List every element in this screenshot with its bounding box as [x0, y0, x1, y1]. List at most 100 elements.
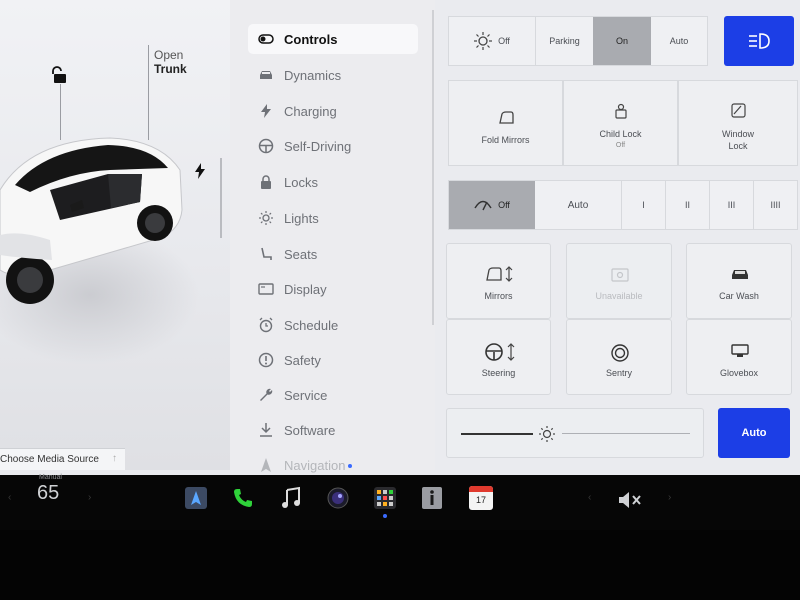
wiper-speed-1[interactable]: I — [621, 181, 665, 229]
phone-app-icon[interactable] — [231, 486, 255, 510]
menu-item-locks[interactable]: Locks — [248, 167, 418, 197]
cabin-temperature[interactable]: 65 — [37, 482, 59, 505]
menu-item-lights[interactable]: Lights — [248, 203, 418, 233]
brightness-track-empty[interactable] — [562, 433, 690, 434]
high-beam-button[interactable] — [724, 16, 794, 66]
wiper-speed-3-label: III — [727, 200, 736, 210]
menu-scrollbar[interactable] — [432, 10, 434, 325]
brightness-slider-panel — [446, 408, 704, 458]
menu-item-label: Navigation — [284, 457, 346, 473]
menu-item-self-driving[interactable]: Self-Driving — [248, 131, 418, 161]
fold-mirrors-button[interactable]: Fold Mirrors — [448, 80, 563, 166]
navigation-app-icon[interactable] — [184, 486, 208, 510]
menu-item-label: Display — [284, 281, 327, 297]
trunk-indicator-line — [148, 45, 149, 140]
menu-item-display[interactable]: Display — [248, 274, 418, 304]
menu-item-software[interactable]: Software — [248, 415, 418, 445]
menu-item-label: Service — [284, 387, 328, 403]
bolt-icon — [261, 104, 271, 118]
unlock-icon[interactable] — [52, 66, 68, 84]
menu-item-label: Software — [284, 422, 336, 438]
glovebox-button[interactable]: Glovebox — [686, 319, 792, 395]
window-lock-label-line1: Window — [721, 129, 754, 139]
wiper-speed-4[interactable]: IIII — [753, 181, 797, 229]
lights-option-off[interactable]: Off — [449, 17, 535, 65]
menu-item-label: Charging — [284, 103, 337, 119]
chevron-up-icon: ↑ — [112, 453, 117, 464]
menu-item-label: Safety — [284, 352, 321, 368]
wiper-segmented-control: Off Auto I II III IIII — [448, 180, 798, 230]
screen-bezel — [0, 530, 800, 600]
mirror-adjust-icon — [486, 266, 513, 282]
sentry-button[interactable]: Sentry — [566, 319, 672, 395]
child-lock-button[interactable]: Child Lock Off — [563, 80, 678, 166]
glovebox-label: Glovebox — [719, 368, 759, 378]
child-lock-label: Child Lock — [599, 129, 642, 139]
calendar-day: 17 — [475, 495, 486, 505]
lock-icon — [261, 175, 271, 189]
menu-item-label: Dynamics — [284, 67, 342, 83]
temp-increase-arrow[interactable]: › — [88, 492, 91, 503]
wiper-option-auto[interactable]: Auto — [535, 181, 621, 229]
volume-decrease-arrow[interactable]: ‹ — [588, 492, 591, 503]
camera-app-icon[interactable] — [326, 486, 350, 510]
lights-option-auto[interactable]: Auto — [651, 17, 707, 65]
menu-item-seats[interactable]: Seats — [248, 239, 418, 269]
menu-item-controls[interactable]: Controls — [248, 24, 418, 54]
volume-mute-icon[interactable] — [617, 490, 643, 510]
app-launcher-icon[interactable] — [373, 486, 397, 510]
sun-icon — [259, 211, 273, 225]
wiper-speed-2-label: II — [684, 200, 690, 210]
lights-parking-label: Parking — [549, 36, 580, 46]
menu-item-dynamics[interactable]: Dynamics — [248, 60, 418, 90]
menu-item-charging[interactable]: Charging — [248, 96, 418, 126]
wiper-speed-2[interactable]: II — [665, 181, 709, 229]
open-trunk-button-label[interactable]: Trunk — [154, 62, 187, 76]
steering-wheel-icon — [258, 138, 274, 154]
wiper-speed-3[interactable]: III — [709, 181, 753, 229]
lights-auto-label: Auto — [669, 36, 689, 46]
brightness-track-filled[interactable] — [461, 433, 533, 435]
menu-item-label: Locks — [284, 174, 318, 190]
window-lock-label-line2: Lock — [728, 141, 748, 151]
menu-item-schedule[interactable]: Schedule — [248, 310, 418, 340]
wrench-icon — [260, 388, 273, 401]
choose-media-source-button[interactable]: Choose Media Source ↑ — [0, 448, 125, 470]
wiper-speed-1-label: I — [642, 200, 645, 210]
sentry-label: Sentry — [605, 368, 632, 378]
lights-option-on[interactable]: On — [593, 17, 651, 65]
steering-adjust-icon — [485, 343, 515, 361]
temp-decrease-arrow[interactable]: ‹ — [8, 492, 11, 503]
music-app-icon[interactable] — [279, 486, 303, 510]
car-3d-model — [0, 137, 183, 304]
active-app-dot — [383, 514, 387, 518]
alert-circle-icon — [258, 352, 274, 368]
wiper-option-off[interactable]: Off — [449, 181, 535, 229]
manual-app-icon[interactable] — [420, 486, 444, 510]
window-lock-button[interactable]: Window Lock — [678, 80, 798, 166]
unavailable-icon — [611, 268, 629, 282]
menu-item-safety[interactable]: Safety — [248, 345, 418, 375]
mirrors-button[interactable]: Mirrors — [446, 243, 551, 319]
steering-button[interactable]: Steering — [446, 319, 551, 395]
car-wash-button[interactable]: Car Wash — [686, 243, 792, 319]
charge-port-icon[interactable] — [194, 163, 206, 179]
lights-on-label: On — [615, 36, 628, 46]
volume-increase-arrow[interactable]: › — [668, 492, 671, 503]
car-wash-label: Car Wash — [719, 291, 759, 301]
open-trunk-button[interactable]: Open — [154, 48, 183, 62]
lights-off-label: Off — [498, 36, 510, 46]
steering-label: Steering — [481, 368, 516, 378]
calendar-app-icon[interactable]: 17 — [469, 486, 493, 510]
lights-option-parking[interactable]: Parking — [535, 17, 593, 65]
menu-item-navigation[interactable]: Navigation — [248, 450, 418, 475]
menu-item-service[interactable]: Service — [248, 380, 418, 410]
brightness-sun-icon[interactable] — [538, 425, 556, 443]
car-panel-scrollbar[interactable] — [220, 158, 222, 238]
window-lock-icon — [731, 103, 746, 118]
fold-mirrors-label: Fold Mirrors — [481, 135, 530, 145]
display-icon — [258, 283, 274, 295]
brightness-auto-button[interactable]: Auto — [718, 408, 790, 458]
headlight-segmented-control: Off Parking On Auto — [448, 16, 708, 66]
wiper-off-label: Off — [498, 200, 510, 210]
